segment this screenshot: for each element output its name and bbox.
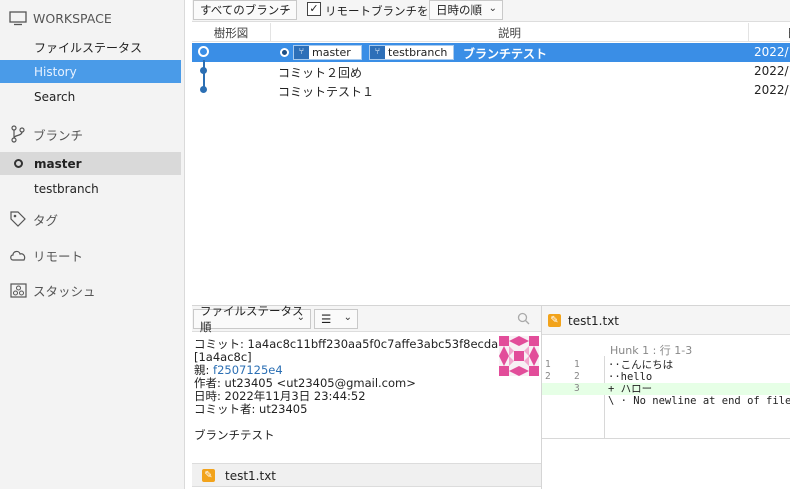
- branch-icon: ⑂: [294, 46, 309, 59]
- commit-date: 2022/1: [754, 45, 790, 59]
- diff-header: ✎ test1.txt: [542, 306, 790, 335]
- sidebar-item-label: ファイルステータス: [34, 41, 143, 55]
- changed-file-row[interactable]: ✎ test1.txt: [192, 463, 541, 487]
- chevron-down-icon: ⌄: [343, 312, 352, 323]
- parent-label: 親:: [194, 363, 214, 377]
- stash-icon: [8, 281, 28, 299]
- pencil-icon: ✎: [202, 469, 215, 482]
- tag-icon: [8, 210, 28, 228]
- sidebar-item-history[interactable]: History: [0, 60, 181, 83]
- branch-tag-testbranch[interactable]: ⑂ testbranch: [369, 45, 454, 60]
- detail-toolbar: ファイルステータス順 ⌄ ☰ ⌄: [192, 304, 541, 334]
- commit-date: 2022/1: [754, 83, 790, 97]
- parent-hash-link[interactable]: f2507125e4: [213, 363, 283, 377]
- branch-tag-label: master: [312, 46, 351, 59]
- commit-row[interactable]: ⑂ master ⑂ testbranch ブランチテスト 2022/1: [192, 43, 790, 62]
- graph-node: [200, 86, 207, 93]
- branch-icon: ⑂: [370, 46, 385, 59]
- commit-table-header: 樹形図 説明 日: [192, 23, 790, 42]
- commit-row[interactable]: コミット２回め 2022/1: [192, 62, 790, 81]
- chevron-down-icon: ⌄: [488, 3, 497, 14]
- workspace-label: WORKSPACE: [33, 10, 112, 26]
- date-column-header[interactable]: 日: [748, 23, 790, 41]
- show-remote-checkbox[interactable]: ✓: [307, 2, 321, 16]
- cloud-icon: [8, 246, 28, 264]
- sidebar-item-master[interactable]: master: [0, 152, 181, 175]
- sidebar: WORKSPACE ファイルステータス History Search ブランチ …: [0, 0, 185, 489]
- description-column-header[interactable]: 説明: [270, 23, 748, 41]
- graph-node: [200, 67, 207, 74]
- diff-lines: 1 1 ··こんにちは 2 2 ··hello 3 + ハロー \ · No n…: [542, 359, 790, 407]
- history-toolbar: すべてのブランチ ⌄ ✓ リモートブランチを表示 日時の順 ⌄: [192, 0, 790, 22]
- branch-tag-label: testbranch: [388, 46, 448, 59]
- pencil-icon: ✎: [548, 314, 561, 327]
- file-sort-value: ファイルステータス順: [200, 304, 304, 334]
- chevron-down-icon: ⌄: [296, 312, 305, 323]
- commit-row[interactable]: コミットテスト１ 2022/1: [192, 81, 790, 100]
- view-mode-dropdown[interactable]: ☰ ⌄: [314, 309, 358, 329]
- sort-order-dropdown[interactable]: 日時の順 ⌄: [429, 0, 503, 20]
- commit-description: ブランチテスト: [463, 47, 548, 61]
- branches-label: ブランチ: [33, 127, 84, 143]
- sidebar-item-label: master: [34, 156, 82, 171]
- list-view-icon: ☰: [321, 312, 332, 326]
- sidebar-item-label: testbranch: [34, 181, 99, 196]
- tags-label: タグ: [33, 212, 59, 228]
- stashes-section[interactable]: スタッシュ: [0, 278, 181, 302]
- graph-column-header[interactable]: 樹形図: [192, 25, 270, 41]
- sidebar-item-search[interactable]: Search: [0, 85, 181, 108]
- remotes-label: リモート: [33, 248, 84, 264]
- commit-committer: コミット者: ut23405: [194, 402, 308, 416]
- diff-line: 2 2 ··hello: [545, 371, 653, 383]
- sort-order-value: 日時の順: [436, 3, 482, 17]
- branch-filter-value: すべてのブランチ: [200, 3, 291, 17]
- chevron-down-icon: ⌄: [282, 3, 291, 14]
- avatar: [499, 336, 539, 376]
- branch-filter-dropdown[interactable]: すべてのブランチ ⌄: [193, 0, 297, 20]
- current-branch-icon: [14, 159, 23, 168]
- workspace-section: WORKSPACE: [0, 6, 181, 30]
- branches-section[interactable]: ブランチ: [0, 122, 181, 146]
- changed-file-name: test1.txt: [225, 469, 277, 483]
- diff-panel: ✎ test1.txt Hunk 1 : 行 1-3 1 1 ··こんにちは 2…: [541, 305, 790, 489]
- branch-tag-master[interactable]: ⑂ master: [293, 45, 362, 60]
- sidebar-item-testbranch[interactable]: testbranch: [0, 177, 181, 200]
- commit-detail-panel: ファイルステータス順 ⌄ ☰ ⌄ コミット: 1a4ac8c11bff230aa…: [192, 304, 541, 489]
- diff-divider: [542, 438, 790, 439]
- commit-message: ブランチテスト: [194, 428, 275, 442]
- file-sort-dropdown[interactable]: ファイルステータス順 ⌄: [193, 304, 311, 334]
- commit-description: コミット２回め: [278, 66, 363, 80]
- diff-line: 1 1 ··こんにちは: [545, 359, 674, 371]
- sidebar-item-file-status[interactable]: ファイルステータス: [0, 36, 181, 59]
- diff-line: \ · No newline at end of file: [608, 395, 790, 407]
- commit-description: コミットテスト１: [278, 85, 375, 99]
- search-icon[interactable]: [517, 312, 530, 325]
- commit-date: 2022/1: [754, 64, 790, 78]
- sidebar-item-label: History: [34, 64, 77, 79]
- sidebar-item-label: Search: [34, 89, 76, 104]
- commit-info: コミット: 1a4ac8c11bff230aa5f0c7affe3abc53f8…: [194, 338, 512, 442]
- monitor-icon: [8, 9, 28, 27]
- remotes-section[interactable]: リモート: [0, 243, 181, 267]
- diff-file-name: test1.txt: [568, 314, 620, 328]
- branch-icon: [8, 125, 28, 143]
- stashes-label: スタッシュ: [33, 283, 96, 299]
- head-marker-icon: [280, 48, 289, 57]
- diff-line-added: 3 + ハロー: [542, 383, 790, 395]
- graph-node: [198, 46, 209, 57]
- hunk-header: Hunk 1 : 行 1-3: [610, 344, 693, 357]
- tags-section[interactable]: タグ: [0, 207, 181, 231]
